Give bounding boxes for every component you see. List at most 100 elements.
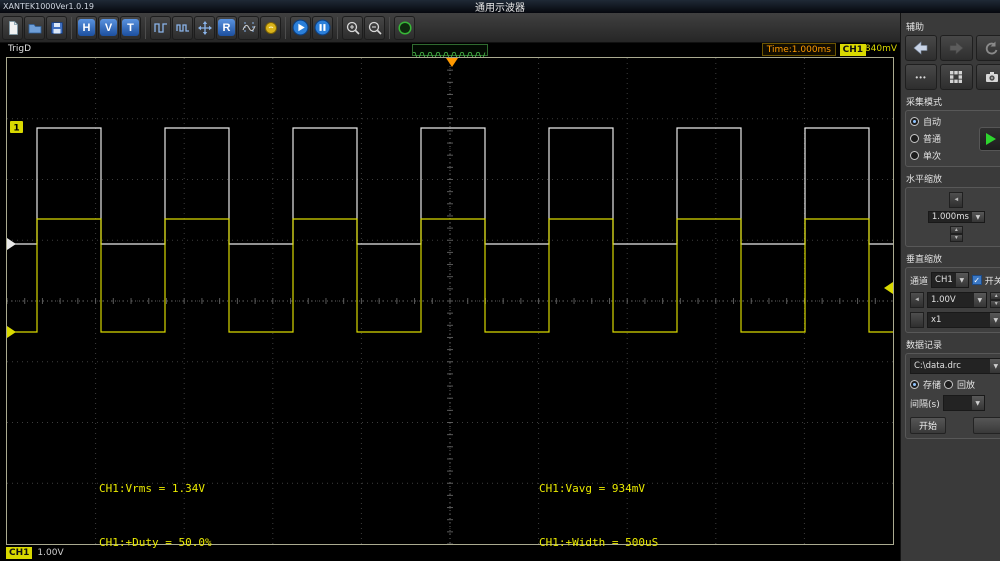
xy-mode-button[interactable] xyxy=(194,15,215,40)
trigger-label: T xyxy=(122,19,139,36)
trigger-channel-badge: CH1 xyxy=(839,44,866,56)
measurements-left: CH1:Vrms = 1.34V CH1:+Duty = 50.0% CH1:F… xyxy=(99,444,225,561)
probe-step-button[interactable] xyxy=(910,312,924,328)
dots-icon: ••• xyxy=(915,72,927,82)
title-bar: 通用示波器 XANTEK1000Ver1.0.19 xyxy=(0,0,1000,14)
camera-icon xyxy=(985,72,998,82)
measurements-right: CH1:Vavg = 934mV CH1:+Width = 500uS CH1:… xyxy=(539,444,665,561)
channel1-flag-label: 1 xyxy=(13,124,19,134)
channel-position-marker-yellow[interactable] xyxy=(7,326,16,338)
timebase-left-button[interactable]: ◄ xyxy=(949,192,964,208)
oscilloscope-app: 通用示波器 XANTEK1000Ver1.0.19 H V T R TrigD … xyxy=(0,0,1000,561)
toolbar-separator xyxy=(71,16,72,39)
probe-dropdown[interactable]: x1 ▼ xyxy=(927,312,1000,328)
channel-position-marker-white[interactable] xyxy=(7,238,16,250)
trigger-position-marker[interactable] xyxy=(446,58,458,67)
open-folder-icon xyxy=(28,23,41,33)
zoom-out-button[interactable] xyxy=(364,15,385,40)
channel-enable-checkbox[interactable]: ✓ xyxy=(971,275,982,285)
interval-dropdown[interactable]: ▼ xyxy=(942,395,985,411)
radio-icon xyxy=(910,151,919,160)
open-file-button[interactable] xyxy=(24,15,45,40)
chevron-down-icon: ▼ xyxy=(971,212,984,222)
vertical-menu-button[interactable]: V xyxy=(98,15,119,40)
waveform-preview[interactable] xyxy=(412,44,488,59)
green-ring-icon xyxy=(397,20,412,35)
record-section-title: 数据记录 xyxy=(906,341,943,351)
more-options-button[interactable]: ••• xyxy=(905,64,938,90)
autoset-icon xyxy=(264,21,277,34)
volts-left-button[interactable]: ◄ xyxy=(910,292,924,308)
volts-dropdown[interactable]: 1.00V ▼ xyxy=(927,292,987,308)
volts-down-button[interactable]: ▼ xyxy=(989,300,1000,308)
record-playback-radio[interactable]: 回放 xyxy=(944,378,975,391)
switch-label: 开关 xyxy=(984,276,1000,287)
crossed-arrows-icon xyxy=(197,20,212,35)
scope-display[interactable]: 1 CH1:Vrms = 1.34V CH1:+Duty = 50.0% CH1… xyxy=(6,57,894,549)
horizontal-group: ◄ 1.000ms ▼ ▲ ▼ xyxy=(905,187,1000,247)
run-button[interactable] xyxy=(290,15,311,40)
zoom-in-button[interactable] xyxy=(342,15,363,40)
volts-per-div-readout: 1.00V xyxy=(37,548,64,558)
acquire-single-radio[interactable]: 单次 xyxy=(910,149,975,162)
save-floppy-icon xyxy=(50,21,63,34)
trigger-status: TrigD xyxy=(8,44,32,54)
volts-up-button[interactable]: ▲ xyxy=(989,292,1000,300)
trigger-level-readout: 840mV xyxy=(864,44,897,54)
square-wave-button[interactable] xyxy=(150,15,171,40)
undo-button[interactable] xyxy=(975,35,1000,61)
radio-icon xyxy=(910,134,919,143)
square-wave-icon xyxy=(153,22,167,33)
new-file-icon xyxy=(8,20,18,35)
record-store-radio[interactable]: 存储 xyxy=(910,378,941,391)
chevron-down-icon: ▼ xyxy=(989,359,1000,373)
refresh-button[interactable]: R xyxy=(216,15,237,40)
forward-arrow-icon xyxy=(950,41,964,55)
vertical-group: 通道 CH1 ▼ ✓ 开关 ◄ 1.00V ▼ ▲ ▼ x1 ▼ xyxy=(905,267,1000,333)
timebase-up-button[interactable]: ▲ xyxy=(949,226,963,234)
radio-icon xyxy=(944,380,954,389)
refresh-label: R xyxy=(218,19,235,36)
self-calibration-button[interactable] xyxy=(394,15,415,40)
acquire-run-button[interactable] xyxy=(978,126,1000,151)
horizontal-menu-button[interactable]: H xyxy=(76,15,97,40)
record-secondary-button[interactable] xyxy=(972,417,1000,434)
autoset-button[interactable] xyxy=(260,15,281,40)
cursor-lines-icon xyxy=(242,21,255,34)
cursor-measure-button[interactable] xyxy=(238,15,259,40)
measurement-line: CH1:Vrms = 1.34V xyxy=(99,482,205,495)
acquire-auto-radio[interactable]: 自动 xyxy=(910,115,975,128)
trace-yellow xyxy=(7,218,893,333)
timebase-dropdown[interactable]: 1.000ms ▼ xyxy=(927,211,985,223)
save-button[interactable] xyxy=(46,15,67,40)
trigger-menu-button[interactable]: T xyxy=(120,15,141,40)
trigger-level-marker[interactable] xyxy=(884,282,893,294)
pause-button[interactable] xyxy=(312,15,333,40)
back-button[interactable] xyxy=(905,35,938,61)
acquire-normal-radio[interactable]: 普通 xyxy=(910,132,975,145)
back-arrow-icon xyxy=(913,41,928,55)
volts-spinner: ▲ ▼ xyxy=(989,292,1000,308)
chevron-down-icon: ▼ xyxy=(955,273,968,287)
acquire-section-title: 采集模式 xyxy=(906,98,943,108)
check-icon: ✓ xyxy=(973,275,981,285)
timebase-down-button[interactable]: ▼ xyxy=(949,234,963,242)
new-file-button[interactable] xyxy=(2,15,23,40)
forward-button[interactable] xyxy=(940,35,973,61)
horizontal-section-title: 水平缩放 xyxy=(906,175,943,185)
channel-dropdown[interactable]: CH1 ▼ xyxy=(931,272,969,288)
display-setup-button[interactable] xyxy=(940,64,973,90)
play-icon xyxy=(292,19,309,36)
record-file-dropdown[interactable]: C:\data.drc ▼ xyxy=(910,358,1000,374)
window-title: 通用示波器 xyxy=(475,3,525,14)
chevron-down-icon: ▼ xyxy=(989,313,1000,327)
pulse-wave-button[interactable] xyxy=(172,15,193,40)
measurement-line: CH1:+Width = 500uS xyxy=(539,536,659,549)
vertical-label: V xyxy=(100,19,117,36)
app-version-label: XANTEK1000Ver1.0.19 xyxy=(3,2,94,11)
radio-selected-icon xyxy=(910,380,919,389)
record-start-button[interactable]: 开始 xyxy=(910,417,947,434)
channel1-badge[interactable]: CH1 xyxy=(6,547,33,559)
screenshot-button[interactable] xyxy=(975,64,1000,90)
measurement-line: CH1:+Duty = 50.0% xyxy=(99,536,212,549)
